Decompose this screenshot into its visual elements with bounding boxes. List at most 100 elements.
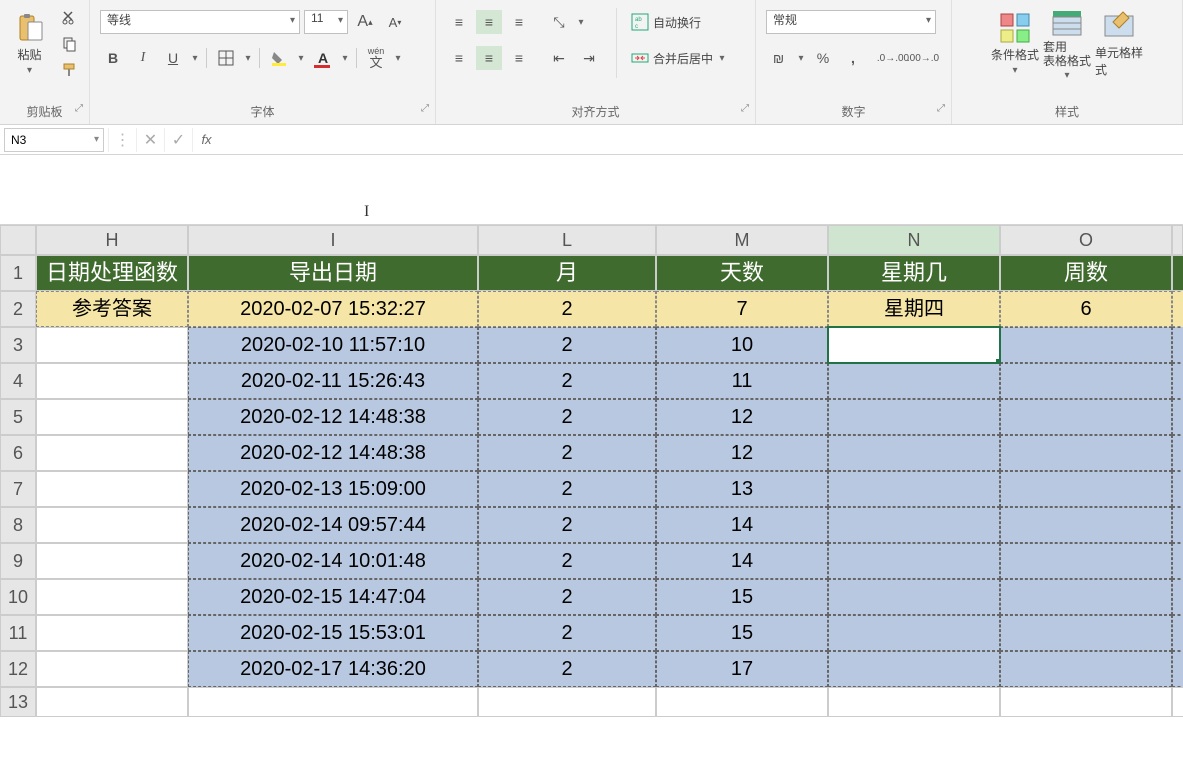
- align-bottom-button[interactable]: ≡: [506, 10, 532, 34]
- cell-M1[interactable]: 天数: [656, 255, 828, 291]
- cell-L2[interactable]: 2: [478, 291, 656, 327]
- cell-I8[interactable]: 2020-02-14 09:57:44: [188, 507, 478, 543]
- align-left-button[interactable]: ≡: [446, 46, 472, 70]
- cell-O4[interactable]: [1000, 363, 1172, 399]
- cell-L4[interactable]: 2: [478, 363, 656, 399]
- cell-L9[interactable]: 2: [478, 543, 656, 579]
- cell-O1[interactable]: 周数: [1000, 255, 1172, 291]
- decrease-font-button[interactable]: A▾: [382, 10, 408, 34]
- underline-dropdown-icon[interactable]: ▾: [190, 53, 200, 64]
- cell-L3[interactable]: 2: [478, 327, 656, 363]
- cell-8[interactable]: [1172, 507, 1183, 543]
- increase-font-button[interactable]: A▴: [352, 10, 378, 34]
- cell-styles-button[interactable]: 单元格样式: [1095, 4, 1143, 84]
- cell-I7[interactable]: 2020-02-13 15:09:00: [188, 471, 478, 507]
- cell-M8[interactable]: 14: [656, 507, 828, 543]
- cell-M7[interactable]: 13: [656, 471, 828, 507]
- format-as-table-button[interactable]: 套用 表格格式▾: [1043, 4, 1091, 84]
- cell-4[interactable]: [1172, 363, 1183, 399]
- cell-H7[interactable]: [36, 471, 188, 507]
- fill-color-button[interactable]: [266, 46, 292, 70]
- increase-decimal-button[interactable]: .0→.00: [880, 46, 906, 70]
- enter-button[interactable]: ✓: [164, 128, 192, 152]
- paste-button[interactable]: 粘贴 ▾: [6, 4, 53, 84]
- cell-13[interactable]: [1172, 687, 1183, 717]
- font-color-button[interactable]: A: [310, 46, 336, 70]
- cell-I10[interactable]: 2020-02-15 14:47:04: [188, 579, 478, 615]
- cell-I6[interactable]: 2020-02-12 14:48:38: [188, 435, 478, 471]
- cell-H4[interactable]: [36, 363, 188, 399]
- cell-O2[interactable]: 6: [1000, 291, 1172, 327]
- cell-L5[interactable]: 2: [478, 399, 656, 435]
- cell-H2[interactable]: 参考答案: [36, 291, 188, 327]
- cell-H10[interactable]: [36, 579, 188, 615]
- cell-N7[interactable]: [828, 471, 1000, 507]
- formula-input[interactable]: [220, 128, 1183, 152]
- cell-O7[interactable]: [1000, 471, 1172, 507]
- cell-M4[interactable]: 11: [656, 363, 828, 399]
- cell-L13[interactable]: [478, 687, 656, 717]
- align-middle-button[interactable]: ≡: [476, 10, 502, 34]
- clipboard-launcher-icon[interactable]: ⤢: [75, 103, 83, 114]
- cell-N13[interactable]: [828, 687, 1000, 717]
- fx-button[interactable]: fx: [192, 128, 220, 152]
- cell-M6[interactable]: 12: [656, 435, 828, 471]
- cell-M5[interactable]: 12: [656, 399, 828, 435]
- cell-N6[interactable]: [828, 435, 1000, 471]
- increase-indent-button[interactable]: ⇥: [576, 46, 602, 70]
- cell-11[interactable]: [1172, 615, 1183, 651]
- col-header-O[interactable]: O: [1000, 225, 1172, 255]
- orientation-dropdown-icon[interactable]: ▾: [576, 17, 586, 28]
- number-format-select[interactable]: 常规: [766, 10, 936, 34]
- decrease-indent-button[interactable]: ⇤: [546, 46, 572, 70]
- bold-button[interactable]: B: [100, 46, 126, 70]
- align-top-button[interactable]: ≡: [446, 10, 472, 34]
- cell-H6[interactable]: [36, 435, 188, 471]
- cell-N11[interactable]: [828, 615, 1000, 651]
- cell-M11[interactable]: 15: [656, 615, 828, 651]
- cell-5[interactable]: [1172, 399, 1183, 435]
- cell-I1[interactable]: 导出日期: [188, 255, 478, 291]
- cell-O12[interactable]: [1000, 651, 1172, 687]
- merge-center-button[interactable]: 合并后居中 ▾: [631, 44, 727, 72]
- accounting-format-button[interactable]: ₪: [766, 46, 792, 70]
- font-size-select[interactable]: 11: [304, 10, 348, 34]
- comma-button[interactable]: ,: [840, 46, 866, 70]
- row-header-12[interactable]: 12: [0, 651, 36, 687]
- cell-L12[interactable]: 2: [478, 651, 656, 687]
- format-painter-button[interactable]: [59, 60, 81, 80]
- cell-M12[interactable]: 17: [656, 651, 828, 687]
- percent-button[interactable]: %: [810, 46, 836, 70]
- cell-M2[interactable]: 7: [656, 291, 828, 327]
- cell-I4[interactable]: 2020-02-11 15:26:43: [188, 363, 478, 399]
- cancel-button[interactable]: ✕: [136, 128, 164, 152]
- cell-12[interactable]: [1172, 651, 1183, 687]
- cell-I9[interactable]: 2020-02-14 10:01:48: [188, 543, 478, 579]
- col-header-M[interactable]: M: [656, 225, 828, 255]
- cell-I3[interactable]: 2020-02-10 11:57:10: [188, 327, 478, 363]
- cell-N2[interactable]: 星期四: [828, 291, 1000, 327]
- underline-button[interactable]: U: [160, 46, 186, 70]
- cell-I12[interactable]: 2020-02-17 14:36:20: [188, 651, 478, 687]
- align-center-button[interactable]: ≡: [476, 46, 502, 70]
- cell-O5[interactable]: [1000, 399, 1172, 435]
- font-name-select[interactable]: 等线: [100, 10, 300, 34]
- col-header-L[interactable]: L: [478, 225, 656, 255]
- cell-1[interactable]: [1172, 255, 1183, 291]
- cell-O6[interactable]: [1000, 435, 1172, 471]
- align-right-button[interactable]: ≡: [506, 46, 532, 70]
- border-dropdown-icon[interactable]: ▾: [243, 53, 253, 64]
- cell-3[interactable]: [1172, 327, 1183, 363]
- row-header-6[interactable]: 6: [0, 435, 36, 471]
- cell-H5[interactable]: [36, 399, 188, 435]
- cell-H3[interactable]: [36, 327, 188, 363]
- cell-N4[interactable]: [828, 363, 1000, 399]
- cell-H9[interactable]: [36, 543, 188, 579]
- name-box[interactable]: N3: [4, 128, 104, 152]
- cell-N12[interactable]: [828, 651, 1000, 687]
- border-button[interactable]: [213, 46, 239, 70]
- cell-H1[interactable]: 日期处理函数: [36, 255, 188, 291]
- row-header-7[interactable]: 7: [0, 471, 36, 507]
- cell-N8[interactable]: [828, 507, 1000, 543]
- cell-L11[interactable]: 2: [478, 615, 656, 651]
